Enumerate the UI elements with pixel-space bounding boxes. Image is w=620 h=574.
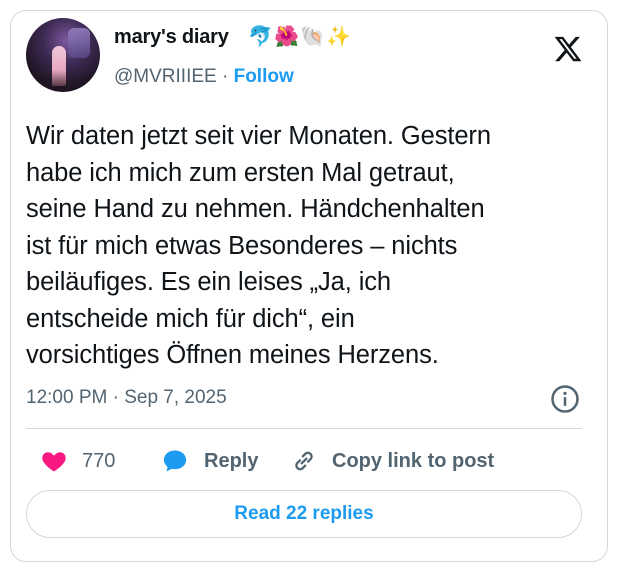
speech-bubble-icon xyxy=(163,450,187,472)
reply-button[interactable]: Reply xyxy=(160,444,258,478)
info-icon[interactable] xyxy=(550,384,580,414)
tweet-text-line: Wir daten jetzt seit vier Monaten. Geste… xyxy=(26,122,491,150)
tweet-text-line: entscheide mich für dich“, ein xyxy=(26,304,355,333)
action-bar: 770 Reply Copy link to post xyxy=(26,444,582,478)
avatar-background xyxy=(68,28,90,58)
dolphin-emoji-icon: 🐬 xyxy=(248,24,275,48)
avatar[interactable] xyxy=(26,18,100,92)
tweet-text-line: habe ich mich zum ersten Mal getraut, xyxy=(26,158,455,187)
divider xyxy=(26,428,582,429)
follow-link[interactable]: Follow xyxy=(234,66,294,87)
like-button[interactable]: 770 xyxy=(40,444,115,478)
hibiscus-emoji-icon: 🌺 xyxy=(274,24,301,48)
tweet-timestamp[interactable]: 12:00 PM · Sep 7, 2025 xyxy=(26,387,227,409)
sparkles-emoji-icon: ✨ xyxy=(326,24,353,48)
read-replies-label: Read 22 replies xyxy=(234,503,374,524)
copy-link-label: Copy link to post xyxy=(332,449,495,472)
link-icon xyxy=(295,451,313,471)
author-display-name[interactable]: mary's diary xyxy=(114,26,229,49)
reply-label: Reply xyxy=(204,449,259,472)
tweet-text-line: seine Hand zu nehmen. Händchenhalten xyxy=(26,195,485,223)
shell-emoji-icon: 🐚 xyxy=(300,24,327,48)
separator-dot: · xyxy=(221,66,229,87)
tweet-text: Wir daten jetzt seit vier Monaten. Geste… xyxy=(26,118,596,374)
tweet-text-line: vorsichtiges Öffnen meines Herzens. xyxy=(26,341,439,369)
author-emojis: 🐬🌺🐚✨ xyxy=(248,24,352,48)
like-count: 770 xyxy=(82,449,116,472)
author-handle-row: @MVRIIIEE · Follow xyxy=(114,66,294,88)
heart-icon xyxy=(42,452,66,472)
tweet-text-line: beiläufiges. Es ein leises „Ja, ich xyxy=(26,268,392,296)
tweet-text-line: ist für mich etwas Besonderes – nichts xyxy=(26,231,458,260)
x-logo-icon[interactable] xyxy=(552,34,584,64)
read-replies-button[interactable]: Read 22 replies xyxy=(26,490,582,538)
copy-link-button[interactable]: Copy link to post xyxy=(290,444,494,478)
author-handle[interactable]: @MVRIIIEE xyxy=(114,66,217,87)
avatar-figure xyxy=(52,46,66,86)
